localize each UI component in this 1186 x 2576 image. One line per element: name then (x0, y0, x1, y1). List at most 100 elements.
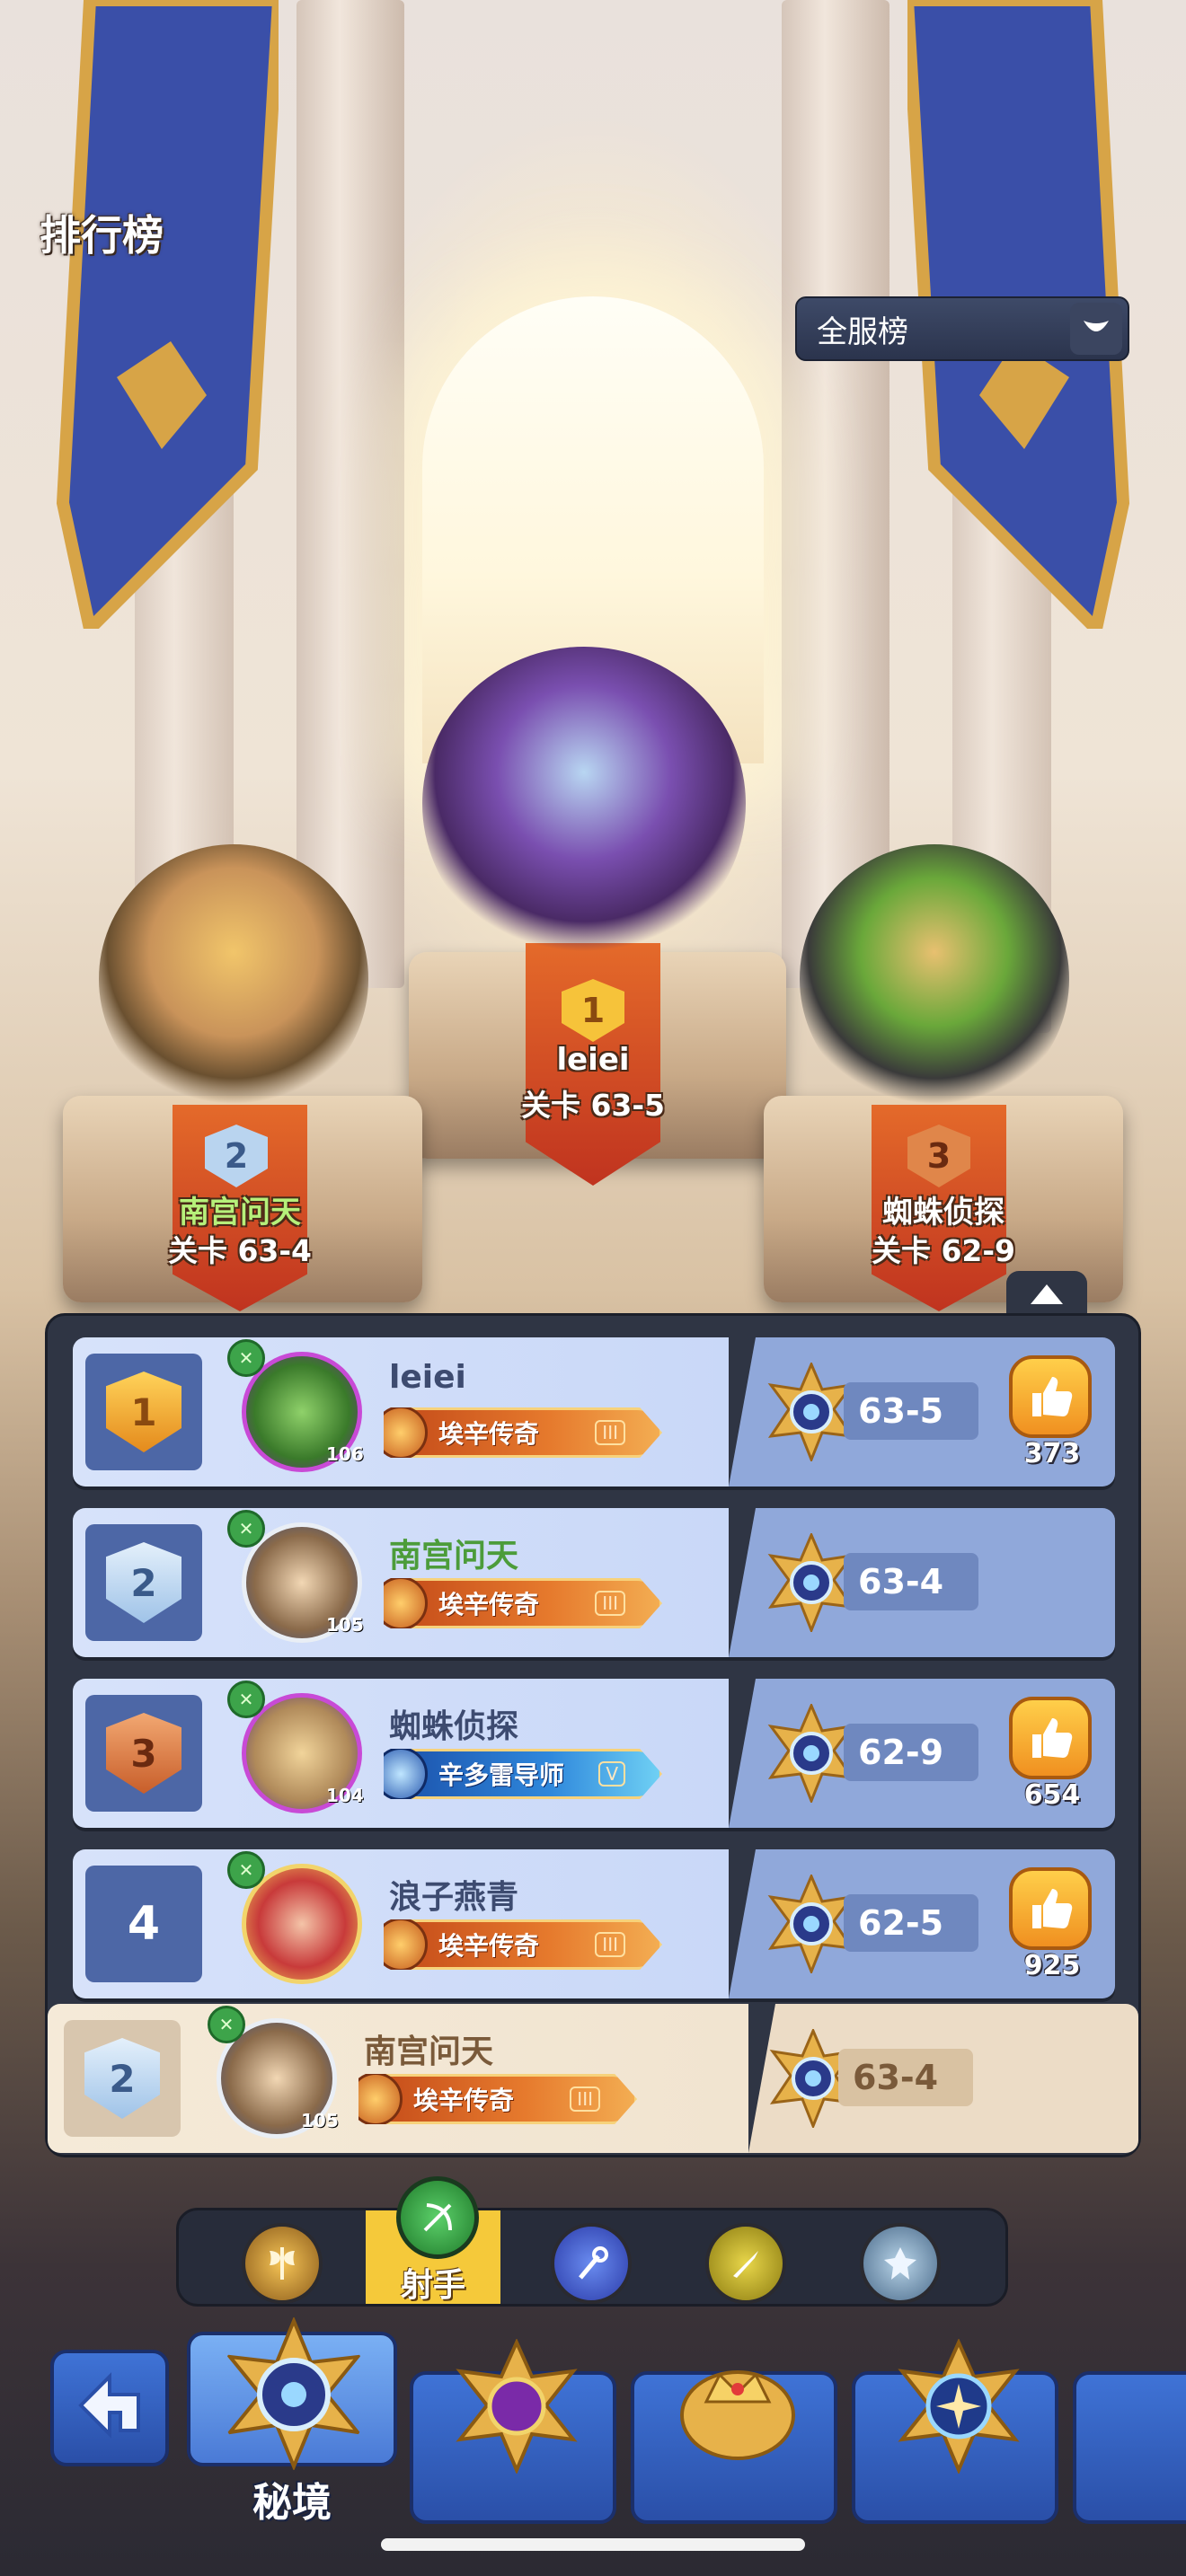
rank-cell: 4 (85, 1866, 202, 1982)
bottom-nav: 秘境 (0, 2317, 1186, 2576)
purple-gem-emblem-icon (456, 2339, 578, 2474)
gold-rank-badge: 1 (106, 1372, 181, 1452)
player-title-tag: 辛多雷导师 V (384, 1749, 662, 1799)
chevron-up-icon (1031, 1284, 1063, 1304)
stage-emblem-icon (767, 1363, 855, 1461)
podium-second-name: 南宫问天 (179, 1195, 301, 1231)
like-button[interactable]: 654 (1009, 1697, 1095, 1813)
nav-tab-secret-realm[interactable] (187, 2317, 397, 2470)
staff-icon[interactable] (551, 2223, 632, 2304)
podium-first-hero[interactable] (422, 647, 746, 961)
banner-left (56, 0, 279, 629)
back-button[interactable] (50, 2350, 169, 2466)
podium-second-stage: 关卡 63-4 (167, 1233, 313, 1268)
home-indicator (381, 2538, 805, 2551)
rank-cell: 1 (85, 1354, 202, 1470)
table-row[interactable]: 3 ✕ 104 蜘蛛侦探 辛多雷导师 V 62-9 654 (73, 1679, 1115, 1828)
like-button[interactable]: 373 (1009, 1355, 1095, 1472)
player-name: 浪子燕青 (389, 1879, 519, 1916)
podium-second-hero[interactable] (99, 844, 368, 1114)
stage-value: 63-4 (838, 2049, 973, 2106)
thumbs-up-icon (1009, 1355, 1092, 1438)
dagger-icon[interactable] (705, 2223, 786, 2304)
player-title-tag: 埃辛传奇 III (384, 1919, 662, 1970)
player-title-tag: 埃辛传奇 III (384, 1407, 662, 1458)
podium-third-hero[interactable] (800, 844, 1069, 1114)
player-level: 104 (326, 1785, 364, 1806)
stage-emblem-icon (767, 1875, 855, 1973)
player-name: 南宫问天 (389, 1538, 519, 1575)
silver-rank-badge: 2 (106, 1542, 181, 1623)
self-rank-row[interactable]: 2 ✕ 105 南宫问天 埃辛传奇 III 63-4 (48, 2004, 1138, 2153)
class-tab-selected[interactable]: 射手 (366, 2176, 500, 2304)
class-ring-icon: ✕ (227, 1339, 265, 1377)
class-ring-icon: ✕ (208, 2006, 245, 2043)
podium-first-stage: 关卡 63-5 (520, 1088, 666, 1123)
player-level: 106 (326, 1443, 364, 1465)
podium-third-stage: 关卡 62-9 (871, 1233, 1016, 1268)
thumbs-up-icon (1009, 1697, 1092, 1779)
background-pillar (296, 0, 404, 988)
bronze-rank-badge: 3 (106, 1713, 181, 1794)
podium-third-name: 蜘蛛侦探 (882, 1195, 1005, 1231)
player-title-tag: 埃辛传奇 III (384, 1578, 662, 1628)
table-row[interactable]: 1 ✕ 106 leiei 埃辛传奇 III 63-5 373 (73, 1337, 1115, 1486)
star-emblem-icon (898, 2339, 1020, 2474)
like-count: 654 (1023, 1779, 1081, 1811)
background-pillar (782, 0, 890, 988)
rank-cell: 2 (85, 1524, 202, 1641)
secret-realm-emblem-icon (226, 2317, 362, 2470)
server-filter-selected: 全服榜 (817, 313, 908, 350)
title-tier: III (595, 1932, 625, 1957)
class-tab-label: 射手 (400, 2267, 465, 2304)
rank-cell: 2 (64, 2020, 181, 2137)
title-text: 埃辛传奇 (438, 1419, 540, 1449)
leaderboard-list[interactable]: 1 ✕ 106 leiei 埃辛传奇 III 63-5 373 2 ✕ 105 … (73, 1337, 1115, 2002)
leaderboard-panel: 1 ✕ 106 leiei 埃辛传奇 III 63-5 373 2 ✕ 105 … (45, 1313, 1141, 2157)
class-tab-bar: 射手 (176, 2176, 1008, 2307)
rank-number: 4 (127, 1897, 161, 1951)
title-text: 辛多雷导师 (438, 1760, 565, 1790)
nav-tab-star-emblem[interactable] (852, 2339, 1058, 2524)
player-name: leiei (389, 1359, 466, 1396)
player-level: 105 (301, 2110, 339, 2131)
title-text: 埃辛传奇 (438, 1931, 540, 1961)
stage-value: 63-4 (844, 1553, 978, 1610)
nav-tab-purple-emblem[interactable] (410, 2339, 616, 2524)
stage-value: 63-5 (844, 1382, 978, 1440)
title-text: 埃辛传奇 (438, 1590, 540, 1619)
axe-icon[interactable] (242, 2223, 323, 2304)
stage-emblem-icon (767, 1704, 855, 1803)
like-button[interactable]: 925 (1009, 1867, 1095, 1984)
chevron-down-icon[interactable] (1070, 303, 1122, 355)
collapse-panel-button[interactable] (1006, 1271, 1087, 1318)
leaderboard-screen: 排行榜 全服榜 1 leiei 关卡 63-5 2 南宫问天 关卡 63-4 3… (0, 0, 1186, 2576)
class-ring-icon: ✕ (227, 1681, 265, 1718)
thumbs-up-icon (1009, 1867, 1092, 1950)
bow-icon (396, 2176, 479, 2259)
stage-value: 62-5 (844, 1894, 978, 1952)
stage-emblem-icon (767, 1533, 855, 1632)
player-title-tag: 埃辛传奇 III (358, 2074, 637, 2124)
title-tier: III (595, 1420, 625, 1445)
table-row[interactable]: 2 ✕ 105 南宫问天 埃辛传奇 III 63-4 (73, 1508, 1115, 1657)
page-title: 排行榜 (40, 211, 164, 260)
title-tier: III (595, 1591, 625, 1616)
server-filter-dropdown[interactable]: 全服榜 (795, 296, 1129, 361)
podium-first-name: leiei (556, 1042, 630, 1078)
nav-tab-crown-emblem[interactable] (631, 2370, 837, 2524)
like-count: 373 (1023, 1438, 1081, 1469)
nav-tab-partial[interactable] (1073, 2371, 1186, 2524)
holy-icon[interactable] (860, 2223, 941, 2304)
crown-emblem-icon (680, 2370, 795, 2460)
nav-tab-label: 秘境 (252, 2480, 332, 2526)
title-tier: III (570, 2086, 600, 2112)
player-level: 105 (326, 1614, 364, 1636)
player-name: 南宫问天 (364, 2033, 494, 2070)
player-name: 蜘蛛侦探 (389, 1708, 519, 1745)
class-ring-icon: ✕ (227, 1851, 265, 1889)
like-count: 925 (1023, 1950, 1081, 1981)
table-row[interactable]: 4 ✕ 浪子燕青 埃辛传奇 III 62-5 925 (73, 1849, 1115, 1998)
back-arrow-icon (78, 2372, 140, 2439)
title-tier: V (598, 1761, 625, 1786)
